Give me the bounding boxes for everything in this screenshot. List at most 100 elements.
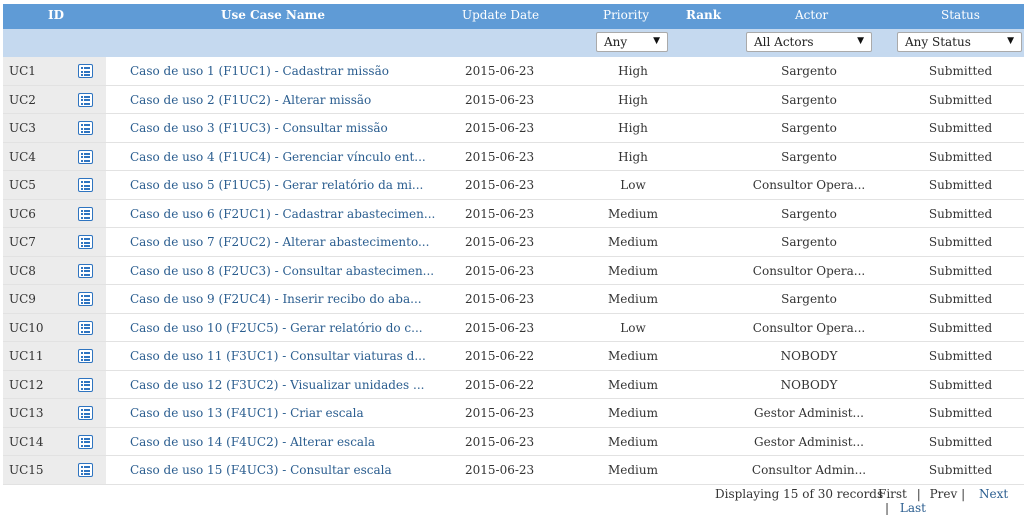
priority-value: Low [620,178,646,192]
update-date: 2015-06-23 [465,121,535,135]
actor-value: Sargento [781,149,837,164]
table-row: UC9 Caso de uso 9 (F2UC4) - Inserir recib… [3,285,1024,314]
use-case-name-link[interactable]: Caso de uso 8 (F2UC3) - Consultar abaste… [130,264,434,278]
status-filter-value: Any Status [905,35,971,49]
chevron-down-icon: ▼ [653,36,660,46]
pagination-separator: | [961,487,966,501]
use-case-name-link[interactable]: Caso de uso 3 (F1UC3) - Consultar missão [130,121,388,135]
use-case-name-link[interactable]: Caso de uso 13 (F4UC1) - Criar escala [130,406,364,420]
record-count: Displaying 15 of 30 records [715,487,884,501]
list-details-icon[interactable] [78,121,93,135]
use-case-id: UC9 [9,292,36,306]
list-details-icon[interactable] [78,178,93,192]
priority-value: Medium [607,406,658,420]
table-row: UC4 Caso de uso 4 (F1UC4) - Gerenciar vín… [3,142,1024,171]
table-row: UC7 Caso de uso 7 (F2UC2) - Alterar abast… [3,228,1024,257]
use-case-name-link[interactable]: Caso de uso 10 (F2UC5) - Gerar relatório… [130,321,423,335]
priority-value: Medium [607,377,658,392]
list-details-icon[interactable] [78,434,93,449]
use-case-id: UC4 [9,149,36,164]
actor-filter-select[interactable]: All Actors ▼ [746,32,872,52]
actor-value: Consultor Opera... [752,263,866,278]
list-details-icon[interactable] [78,206,93,221]
status-filter-select[interactable]: Any Status ▼ [897,32,1022,52]
priority-filter-value: Any [604,35,628,49]
list-details-icon[interactable] [78,149,93,164]
actor-value: Consultor Opera... [752,320,866,335]
use-case-name-link[interactable]: Caso de uso 11 (F3UC1) - Consultar viatu… [130,349,426,363]
use-case-name-link[interactable]: Caso de uso 1 (F1UC1) - Cadastrar missão [130,64,389,78]
priority-filter-select[interactable]: Any ▼ [596,32,668,52]
column-header-date[interactable]: Update Date [462,8,539,22]
table-row: UC6 Caso de uso 6 (F2UC1) - Cadastrar aba… [3,199,1024,228]
list-details-icon[interactable] [78,64,93,78]
column-header-status[interactable]: Status [941,8,980,22]
pagination-prev[interactable]: Prev [930,487,958,501]
priority-value: Medium [607,263,658,278]
use-case-id: UC14 [9,434,44,449]
table-row: UC1 Caso de uso 1 (F1UC1) - Cadastrar mis… [3,57,1024,86]
update-date: 2015-06-23 [465,92,535,107]
use-case-name-link[interactable]: Caso de uso 12 (F3UC2) - Visualizar unid… [130,378,424,392]
status-value: Submitted [928,121,993,135]
use-case-id: UC12 [9,377,44,392]
use-case-name-link[interactable]: Caso de uso 15 (F4UC3) - Consultar escal… [130,463,392,477]
priority-value: High [618,64,648,78]
status-value: Submitted [928,263,993,278]
pagination-next[interactable]: Next [979,487,1008,501]
pagination-separator: | [885,501,890,515]
list-details-icon[interactable] [78,92,93,107]
status-value: Submitted [928,349,993,363]
list-details-icon[interactable] [78,235,93,249]
priority-value: Medium [607,463,658,477]
status-value: Submitted [928,149,993,164]
column-header-rank[interactable]: Rank [686,8,721,22]
use-case-name-link[interactable]: Caso de uso 14 (F4UC2) - Alterar escala [130,435,375,449]
actor-value: NOBODY [780,349,838,363]
use-case-id: UC7 [9,235,36,249]
table-row: UC3 Caso de uso 3 (F1UC3) - Consultar mis… [3,114,1024,143]
table-body: UC1 Caso de uso 1 (F1UC1) - Cadastrar mis… [3,57,1024,485]
update-date: 2015-06-22 [465,349,535,363]
list-details-icon[interactable] [78,263,93,278]
priority-value: Medium [607,235,658,249]
use-case-name-link[interactable]: Caso de uso 6 (F2UC1) - Cadastrar abaste… [130,207,435,221]
use-case-name-link[interactable]: Caso de uso 5 (F1UC5) - Gerar relatório … [130,178,423,192]
use-case-name-link[interactable]: Caso de uso 4 (F1UC4) - Gerenciar víncul… [130,150,426,164]
column-header-actor[interactable]: Actor [795,8,828,22]
status-value: Submitted [928,64,993,78]
list-details-icon[interactable] [78,292,93,306]
use-case-table: ID Use Case Name Update Date Priority Ra… [3,4,1024,485]
pagination: First | Prev | Next | Last [878,487,1027,515]
use-case-name-link[interactable]: Caso de uso 7 (F2UC2) - Alterar abasteci… [130,235,429,249]
list-details-icon[interactable] [78,406,93,420]
list-details-icon[interactable] [78,377,93,392]
pagination-last[interactable]: Last [900,501,926,515]
list-details-icon[interactable] [78,320,93,335]
column-header-name[interactable]: Use Case Name [221,8,325,22]
priority-value: Medium [607,206,658,221]
update-date: 2015-06-23 [465,320,535,335]
use-case-name-link[interactable]: Caso de uso 2 (F1UC2) - Alterar missão [130,93,371,107]
actor-value: Sargento [781,121,837,135]
use-case-id: UC5 [9,178,36,192]
actor-value: Sargento [781,292,837,306]
table-row: UC11 Caso de uso 11 (F3UC1) - Consultar v… [3,342,1024,371]
filter-row: Any ▼ All Actors ▼ Any Status ▼ [3,29,1024,57]
priority-value: High [618,149,648,164]
column-header-id[interactable]: ID [48,8,64,22]
priority-value: High [618,92,648,107]
use-case-id: UC13 [9,406,44,420]
priority-value: Medium [607,292,658,306]
list-details-icon[interactable] [78,349,93,363]
chevron-down-icon: ▼ [857,36,864,46]
table-row: UC2 Caso de uso 2 (F1UC2) - Alterar missã… [3,85,1024,114]
priority-value: Low [620,320,646,335]
update-date: 2015-06-23 [465,463,535,477]
use-case-name-link[interactable]: Caso de uso 9 (F2UC4) - Inserir recibo d… [130,292,422,306]
list-details-icon[interactable] [78,463,93,477]
status-value: Submitted [928,178,993,192]
table-row: UC12 Caso de uso 12 (F3UC2) - Visualizar … [3,370,1024,399]
pagination-first[interactable]: First [878,487,907,501]
column-header-priority[interactable]: Priority [603,8,649,22]
